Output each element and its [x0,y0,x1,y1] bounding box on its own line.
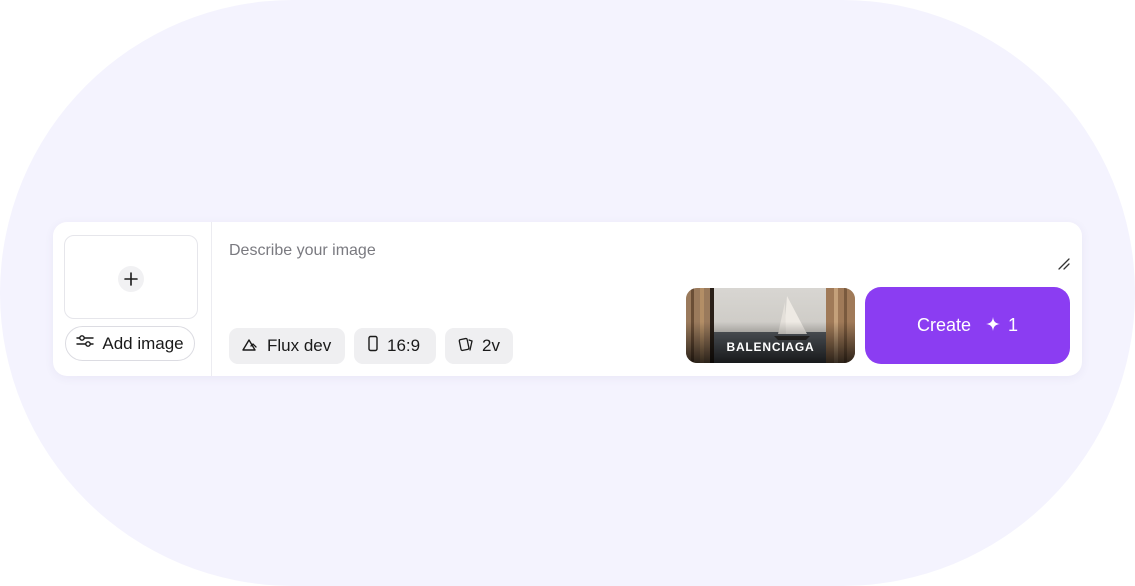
image-upload-dropzone[interactable] [64,235,198,319]
prompt-composer-card: Add image Describe your image Flux dev 1… [53,222,1082,376]
image-upload-panel: Add image [53,222,212,376]
sparkle-icon [986,315,1000,336]
style-preset-label: BALENCIAGA [726,340,815,354]
add-image-label: Add image [102,333,184,353]
model-icon [242,336,259,356]
cards-icon [458,336,474,357]
prompt-input[interactable]: Describe your image [229,242,1029,260]
aspect-ratio-label: 16:9 [387,336,421,355]
style-preset-thumbnail[interactable]: BALENCIAGA [686,288,855,363]
aspect-ratio-selector[interactable]: 16:9 [354,328,436,364]
variations-selector[interactable]: 2v [445,328,513,364]
variations-label: 2v [482,336,500,355]
credit-cost: 1 [986,315,1018,336]
plus-icon[interactable] [118,266,144,292]
create-button[interactable]: Create 1 [865,287,1070,364]
credit-count: 1 [1008,315,1019,335]
create-label: Create [916,315,971,335]
add-image-button[interactable]: Add image [65,326,195,361]
model-label: Flux dev [267,336,332,355]
resize-handle-icon[interactable] [1057,257,1070,270]
phone-icon [367,335,379,357]
sliders-icon [76,333,95,354]
model-selector[interactable]: Flux dev [229,328,345,364]
